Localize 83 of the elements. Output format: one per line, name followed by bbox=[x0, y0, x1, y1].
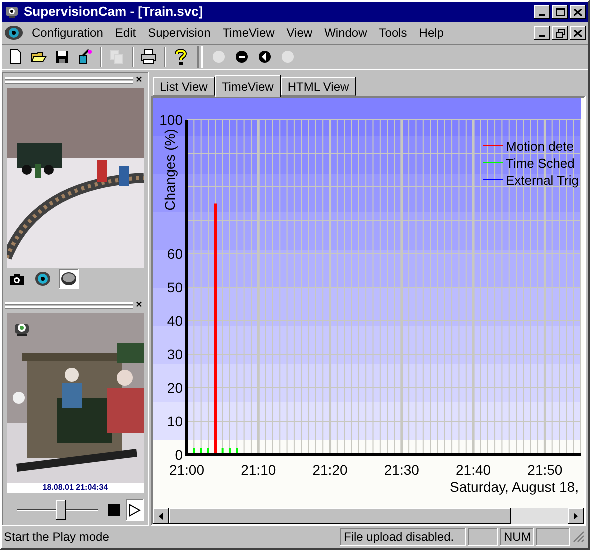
bar bbox=[222, 448, 224, 455]
bar bbox=[193, 448, 196, 455]
y-tick-label: 100 bbox=[160, 112, 183, 128]
y-tick-label: 10 bbox=[167, 414, 183, 430]
status-pane: File upload disabled. bbox=[340, 528, 466, 546]
scroll-left-button[interactable] bbox=[153, 508, 169, 524]
slider-thumb[interactable] bbox=[56, 500, 66, 520]
status-pane bbox=[536, 528, 570, 546]
x-tick-label: 21:50 bbox=[528, 462, 563, 478]
eye-icon bbox=[35, 271, 51, 287]
menu-item[interactable]: TimeView bbox=[216, 24, 281, 42]
x-tick-label: 21:00 bbox=[169, 462, 205, 478]
playback-slider[interactable] bbox=[17, 500, 98, 520]
play-button[interactable] bbox=[126, 499, 144, 521]
y-tick-label: 40 bbox=[167, 313, 183, 329]
close-button[interactable] bbox=[570, 5, 586, 19]
child-minimize-button[interactable] bbox=[534, 26, 550, 40]
printer-icon bbox=[141, 49, 157, 65]
status-message: Start the Play mode bbox=[4, 529, 110, 546]
legend-label: External Trig bbox=[506, 173, 579, 188]
camera-mode-button[interactable] bbox=[59, 269, 79, 289]
y-tick-label: 30 bbox=[167, 346, 183, 362]
timestamp: 18.08.01 21:04:34 bbox=[7, 483, 144, 493]
y-tick-label: 0 bbox=[175, 447, 183, 463]
x-tick-label: 21:10 bbox=[241, 462, 276, 478]
y-tick-label: 20 bbox=[167, 380, 183, 396]
menu-item[interactable]: Supervision bbox=[142, 24, 217, 42]
lens-icon bbox=[61, 271, 77, 287]
x-tick-label: 21:20 bbox=[312, 462, 348, 478]
status-pane: NUM bbox=[500, 528, 534, 546]
tab[interactable]: TimeView bbox=[214, 75, 281, 97]
child-close-button[interactable] bbox=[570, 26, 586, 40]
minimize-button[interactable] bbox=[534, 5, 550, 19]
close-icon bbox=[574, 30, 582, 36]
stop-icon bbox=[108, 504, 120, 516]
scroll-right-button[interactable] bbox=[568, 508, 584, 524]
question-mark-icon bbox=[173, 49, 189, 65]
panel-close-button[interactable]: × bbox=[136, 74, 142, 86]
legend-label: Motion dete bbox=[506, 139, 574, 154]
bar bbox=[228, 448, 231, 455]
maximize-icon bbox=[556, 8, 564, 16]
y-tick-label: 50 bbox=[167, 280, 183, 296]
new-file-icon bbox=[8, 49, 24, 65]
menu-item[interactable]: Configuration bbox=[26, 24, 110, 42]
camera-icon bbox=[9, 271, 25, 287]
date-label: Saturday, August 18, bbox=[450, 479, 579, 495]
maximize-button[interactable] bbox=[552, 5, 568, 19]
tab[interactable]: List View bbox=[153, 77, 215, 96]
menu-item[interactable]: Edit bbox=[109, 24, 142, 42]
play-icon bbox=[129, 504, 142, 516]
wand-icon bbox=[77, 49, 93, 65]
restore-icon bbox=[556, 28, 564, 38]
left-arrow-icon bbox=[159, 512, 163, 520]
menu-item[interactable]: Tools bbox=[373, 24, 414, 42]
minus-icon bbox=[234, 49, 250, 65]
y-tick-label: 60 bbox=[167, 246, 183, 262]
menu-item[interactable]: Window bbox=[318, 24, 374, 42]
menu-item[interactable]: Help bbox=[413, 24, 450, 42]
stop-button[interactable] bbox=[106, 501, 122, 519]
child-restore-button[interactable] bbox=[552, 26, 568, 40]
minimize-icon bbox=[539, 35, 545, 37]
window-title: SupervisionCam - [Train.svc] bbox=[24, 3, 204, 22]
eye-icon bbox=[4, 24, 24, 42]
bar bbox=[200, 448, 202, 455]
toolbar-button[interactable] bbox=[139, 47, 159, 67]
copy-icon bbox=[109, 49, 125, 65]
camera-icon bbox=[4, 4, 20, 20]
resize-grip-icon bbox=[572, 530, 586, 544]
panel-close-button[interactable]: × bbox=[136, 300, 142, 310]
bar bbox=[236, 448, 238, 455]
toolbar-grip bbox=[197, 46, 203, 68]
menu-item[interactable]: View bbox=[280, 24, 319, 42]
legend-label: Time Sched bbox=[506, 156, 575, 171]
camera-mode-button[interactable] bbox=[33, 269, 53, 289]
minimize-icon bbox=[539, 14, 545, 16]
axis-title: Changes (%) bbox=[162, 129, 178, 211]
tab[interactable]: HTML View bbox=[280, 77, 356, 96]
panel-grip-icon bbox=[5, 300, 133, 310]
x-tick-label: 21:40 bbox=[456, 462, 492, 478]
close-icon bbox=[574, 8, 582, 16]
status-pane bbox=[468, 528, 498, 546]
panel-grip-icon bbox=[5, 76, 133, 84]
x-tick-label: 21:30 bbox=[384, 462, 420, 478]
